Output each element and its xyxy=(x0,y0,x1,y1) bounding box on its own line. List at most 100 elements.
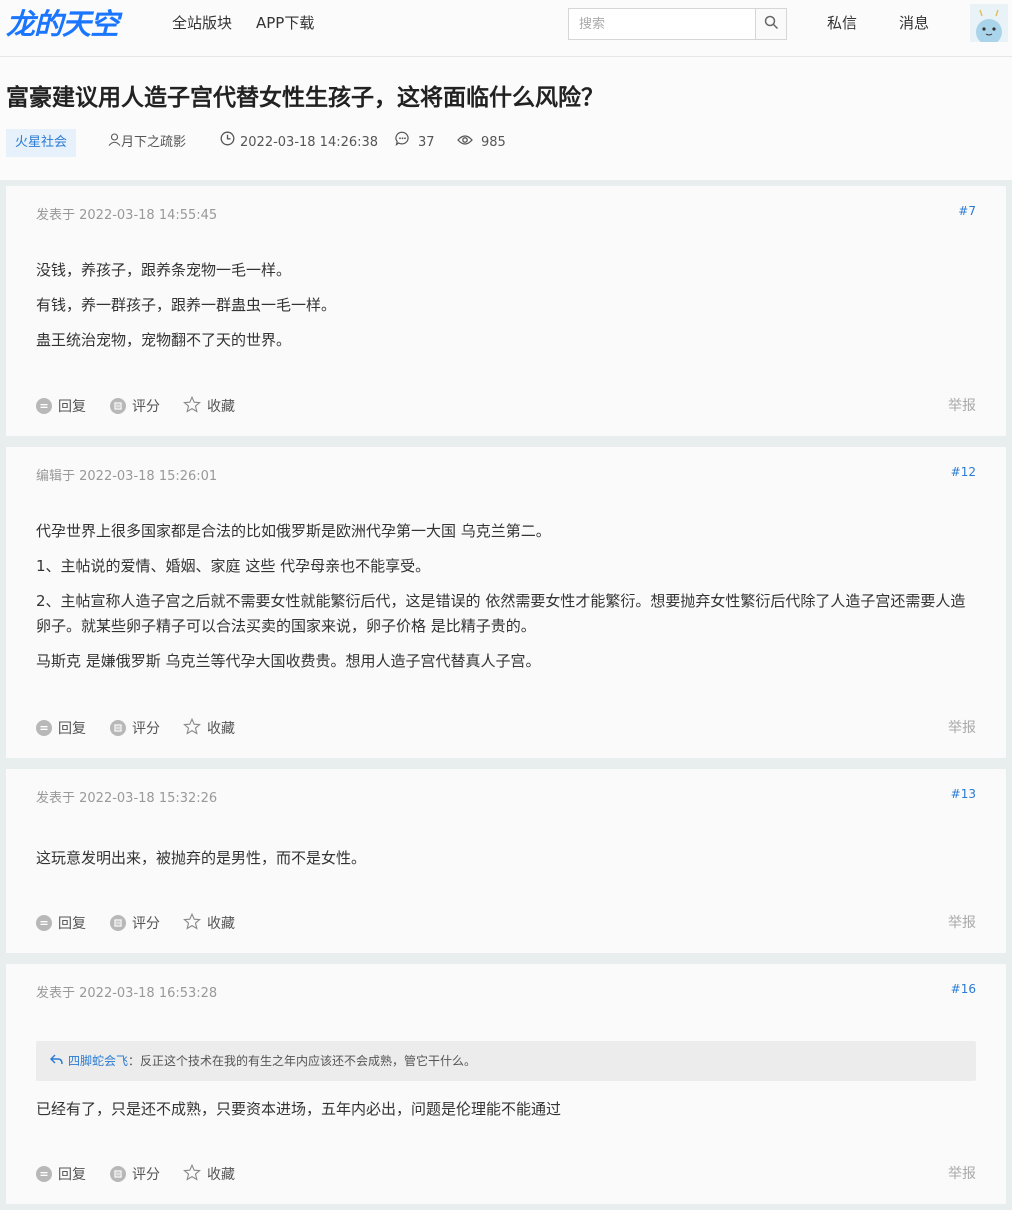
board-tag[interactable]: 火星社会 xyxy=(6,129,77,157)
star-icon xyxy=(183,1163,201,1185)
private-messages-link[interactable]: 私信 xyxy=(827,12,857,34)
rate-button[interactable]: 评分 xyxy=(110,396,160,416)
nav-all-boards[interactable]: 全站版块 xyxy=(172,12,232,34)
comments-meta: 37 xyxy=(395,129,435,157)
post-time-label: 发表于 2022-03-18 14:55:45 xyxy=(36,208,218,223)
reply-label: 回复 xyxy=(58,399,86,415)
author-meta[interactable]: 月下之疏影 xyxy=(108,129,186,157)
search-input[interactable] xyxy=(569,9,756,39)
comment-count: 37 xyxy=(418,135,435,150)
report-button[interactable]: 举报 xyxy=(948,913,976,933)
star-icon xyxy=(183,912,201,934)
reply-icon xyxy=(36,398,52,414)
user-icon xyxy=(108,129,121,157)
quote-text: ：反正这个技术在我的有生之年内应该还不会成熟，管它干什么。 xyxy=(128,1054,477,1068)
post-actions: 回复 评分 收藏 举报 xyxy=(36,717,976,739)
post-time-label: 发表于 2022-03-18 15:32:26 xyxy=(36,791,218,806)
rate-button[interactable]: 评分 xyxy=(110,913,160,933)
floor-number[interactable]: #16 xyxy=(951,982,976,996)
site-logo[interactable]: 龙的天空 xyxy=(6,4,119,44)
rate-button[interactable]: 评分 xyxy=(110,718,160,738)
notifications-link[interactable]: 消息 xyxy=(899,12,929,34)
post-actions: 回复 评分 收藏 举报 xyxy=(36,1163,976,1185)
post-time-label: 编辑于 2022-03-18 15:26:01 xyxy=(36,469,218,484)
reply-arrow-icon xyxy=(50,1041,63,1081)
rate-icon xyxy=(110,720,126,736)
search-icon xyxy=(764,15,779,34)
rate-icon xyxy=(110,398,126,414)
floor-number[interactable]: #13 xyxy=(951,787,976,801)
post-actions: 回复 评分 收藏 举报 xyxy=(36,912,976,934)
top-navbar: 龙的天空 全站版块 APP下载 私信 消息 xyxy=(0,0,1012,57)
rate-label: 评分 xyxy=(132,1167,160,1183)
post-actions: 回复 评分 收藏 举报 xyxy=(36,395,976,417)
floor-number[interactable]: #12 xyxy=(951,465,976,479)
post-item: 发表于 2022-03-18 14:55:45 #7 没钱，养孩子，跟养条宠物一… xyxy=(6,186,1006,436)
favorite-button[interactable]: 收藏 xyxy=(183,1163,235,1185)
comment-icon xyxy=(395,129,410,157)
post-paragraph: 没钱，养孩子，跟养条宠物一毛一样。 xyxy=(36,261,292,279)
rate-icon xyxy=(110,915,126,931)
post-paragraph: 2、主帖宣称人造子宫之后就不需要女性就能繁衍后代，这是错误的 依然需要女性才能繁… xyxy=(36,592,966,635)
avatar[interactable] xyxy=(970,4,1008,42)
post-content: 这玩意发明出来，被抛弃的是男性，而不是女性。 xyxy=(36,846,976,881)
post-paragraph: 有钱，养一群孩子，跟养一群蛊虫一毛一样。 xyxy=(36,296,337,314)
post-paragraph: 已经有了，只是还不成熟，只要资本进场，五年内必出，问题是伦理能不能通过 xyxy=(36,1100,562,1118)
star-icon xyxy=(183,717,201,739)
post-paragraph: 1、主帖说的爱情、婚姻、家庭 这些 代孕母亲也不能享受。 xyxy=(36,557,431,575)
reply-button[interactable]: 回复 xyxy=(36,913,86,933)
post-time: 2022-03-18 14:26:38 xyxy=(240,135,379,150)
post-content: 没钱，养孩子，跟养条宠物一毛一样。 有钱，养一群孩子，跟养一群蛊虫一毛一样。 蛊… xyxy=(36,258,976,363)
quote-user[interactable]: 四脚蛇会飞 xyxy=(68,1041,128,1081)
reply-icon xyxy=(36,1166,52,1182)
report-button[interactable]: 举报 xyxy=(948,396,976,416)
post-paragraph: 这玩意发明出来，被抛弃的是男性，而不是女性。 xyxy=(36,849,367,867)
reply-icon xyxy=(36,720,52,736)
post-content: 代孕世界上很多国家都是合法的比如俄罗斯是欧洲代孕第一大国 乌克兰第二。 1、主帖… xyxy=(36,519,976,684)
thread-meta: 火星社会 月下之疏影 2022-03-18 14:26:38 37 985 xyxy=(6,129,1006,157)
post-content: 四脚蛇会飞 ：反正这个技术在我的有生之年内应该还不会成熟，管它干什么。 已经有了，… xyxy=(36,1041,976,1132)
quote-block: 四脚蛇会飞 ：反正这个技术在我的有生之年内应该还不会成熟，管它干什么。 xyxy=(36,1041,976,1081)
views-meta: 985 xyxy=(457,129,506,157)
rate-icon xyxy=(110,1166,126,1182)
post-paragraph: 代孕世界上很多国家都是合法的比如俄罗斯是欧洲代孕第一大国 乌克兰第二。 xyxy=(36,522,551,540)
floor-number[interactable]: #7 xyxy=(958,204,976,218)
reply-label: 回复 xyxy=(58,721,86,737)
reply-button[interactable]: 回复 xyxy=(36,396,86,416)
favorite-button[interactable]: 收藏 xyxy=(183,395,235,417)
favorite-button[interactable]: 收藏 xyxy=(183,717,235,739)
time-meta: 2022-03-18 14:26:38 xyxy=(220,129,378,157)
post-time-label: 发表于 2022-03-18 16:53:28 xyxy=(36,986,218,1001)
reply-label: 回复 xyxy=(58,1167,86,1183)
favorite-label: 收藏 xyxy=(207,916,235,932)
reply-button[interactable]: 回复 xyxy=(36,718,86,738)
post-paragraph: 蛊王统治宠物，宠物翻不了天的世界。 xyxy=(36,331,292,349)
rate-label: 评分 xyxy=(132,399,160,415)
clock-icon xyxy=(220,129,235,157)
post-item: 发表于 2022-03-18 16:53:28 #16 四脚蛇会飞 ：反正这个技术… xyxy=(6,964,1006,1204)
nav-app-download[interactable]: APP下载 xyxy=(256,12,314,34)
search-box xyxy=(568,8,787,40)
reply-icon xyxy=(36,915,52,931)
favorite-label: 收藏 xyxy=(207,1167,235,1183)
report-button[interactable]: 举报 xyxy=(948,1164,976,1184)
eye-icon xyxy=(457,129,473,157)
view-count: 985 xyxy=(481,135,506,150)
rate-label: 评分 xyxy=(132,721,160,737)
favorite-button[interactable]: 收藏 xyxy=(183,912,235,934)
favorite-label: 收藏 xyxy=(207,721,235,737)
search-button[interactable] xyxy=(755,9,786,39)
report-button[interactable]: 举报 xyxy=(948,718,976,738)
page-title: 富豪建议用人造子宫代替女性生孩子，这将面临什么风险？ xyxy=(6,85,604,111)
thread-header: 富豪建议用人造子宫代替女性生孩子，这将面临什么风险？ 火星社会 月下之疏影 20… xyxy=(0,57,1012,180)
rate-label: 评分 xyxy=(132,916,160,932)
favorite-label: 收藏 xyxy=(207,399,235,415)
rate-button[interactable]: 评分 xyxy=(110,1164,160,1184)
star-icon xyxy=(183,395,201,417)
reply-button[interactable]: 回复 xyxy=(36,1164,86,1184)
reply-label: 回复 xyxy=(58,916,86,932)
post-item: 编辑于 2022-03-18 15:26:01 #12 代孕世界上很多国家都是合… xyxy=(6,447,1006,758)
post-paragraph: 马斯克 是嫌俄罗斯 乌克兰等代孕大国收费贵。想用人造子宫代替真人子宫。 xyxy=(36,652,541,670)
post-item: 发表于 2022-03-18 15:32:26 #13 这玩意发明出来，被抛弃的… xyxy=(6,769,1006,953)
author-name[interactable]: 月下之疏影 xyxy=(121,129,186,157)
